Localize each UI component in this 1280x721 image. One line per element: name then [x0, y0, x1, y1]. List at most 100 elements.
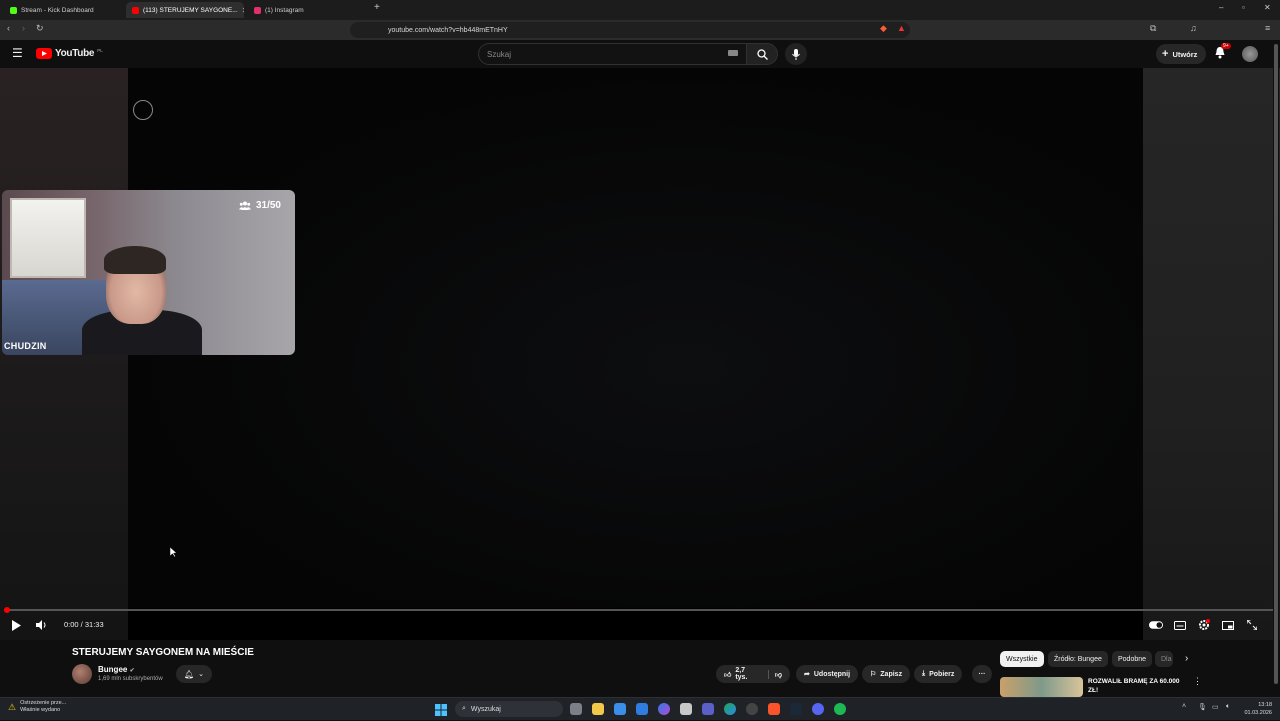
cam-room-window: [10, 198, 86, 278]
warning-subtitle: Właśnie wydano: [20, 707, 61, 713]
more-dots-label: ···: [978, 670, 986, 678]
channel-avatar[interactable]: [72, 664, 92, 684]
microphone-icon: [792, 48, 800, 60]
close-window-button[interactable]: ✕: [1264, 3, 1271, 12]
share-icon: ➦: [804, 671, 810, 678]
windows-start-icon[interactable]: [435, 703, 447, 716]
youtube-play-logo-icon: [36, 48, 52, 59]
microphone-tray-icon[interactable]: 🎙︎: [1198, 703, 1207, 711]
account-avatar[interactable]: [1242, 46, 1258, 62]
chip-all[interactable]: Wszystkie: [1000, 651, 1044, 667]
chip-for-you[interactable]: Dla: [1155, 651, 1173, 667]
taskbar-warning-widget[interactable]: ⚠ Ostrzeżenie prze... Właśnie wydano: [8, 700, 66, 714]
taskbar-search[interactable]: ⌕ Wyszukaj: [455, 701, 563, 717]
warning-title: Ostrzeżenie prze...: [20, 700, 67, 706]
recommendation-thumbnail[interactable]: [1000, 677, 1083, 697]
youtube-logo[interactable]: YouTube PL: [36, 48, 103, 59]
tab-kick-dashboard[interactable]: Stream - Kick Dashboard: [4, 2, 122, 18]
tab-instagram[interactable]: (1) Instagram: [248, 2, 366, 18]
close-tab-icon[interactable]: ✕: [242, 6, 244, 15]
recommendation-menu-icon[interactable]: ⋮: [1193, 676, 1202, 687]
chip-from-channel[interactable]: Źródło: Bungee: [1048, 651, 1108, 667]
minimize-button[interactable]: –: [1219, 3, 1223, 12]
tab-label: Stream - Kick Dashboard: [21, 6, 94, 14]
extensions-icon[interactable]: ⧉: [1150, 23, 1156, 34]
edge-icon[interactable]: [724, 703, 736, 715]
autoplay-toggle[interactable]: [1149, 618, 1163, 632]
network-icon[interactable]: ▭: [1212, 703, 1219, 711]
menu-icon[interactable]: ≡: [1265, 23, 1270, 33]
tray-chevron-up-icon[interactable]: ˄: [1182, 703, 1186, 710]
download-button[interactable]: ⤓ Pobierz: [914, 665, 963, 683]
video-title: STERUJEMY SAYGONEM NA MIEŚCIE: [72, 647, 254, 658]
spotify-icon[interactable]: [834, 703, 846, 715]
copilot-icon[interactable]: [658, 703, 670, 715]
browser-navbar: ‹ › ↻ ⚑ youtube.com/watch?v=hb448mETnHY …: [0, 20, 1280, 40]
mute-button[interactable]: [34, 618, 48, 632]
logo-text: YouTube: [55, 48, 95, 59]
discord-icon[interactable]: [812, 703, 824, 715]
taskbar-clock[interactable]: 13:18 01.03.2026: [1240, 701, 1272, 717]
progress-scrubber[interactable]: [4, 607, 10, 613]
search-button[interactable]: [746, 43, 778, 65]
youtube-header: ☰ YouTube PL Szukaj + Utwórz 9+: [0, 40, 1280, 68]
create-button[interactable]: + Utwórz: [1156, 44, 1206, 64]
speaker-tray-icon[interactable]: 🔈︎: [1226, 703, 1230, 711]
photos-icon[interactable]: [680, 703, 692, 715]
thumbs-up-icon: 👍︎: [724, 671, 732, 679]
hamburger-menu-icon[interactable]: ☰: [12, 46, 23, 60]
teams-icon[interactable]: [702, 703, 714, 715]
bookmark-save-icon: ⚐: [870, 671, 877, 678]
obs-icon[interactable]: [746, 703, 758, 715]
fullscreen-button[interactable]: [1245, 618, 1259, 632]
store-icon[interactable]: [614, 703, 626, 715]
channel-name[interactable]: Bungee ✔: [98, 665, 135, 674]
recommendation-title[interactable]: ROZWALIŁ BRAMĘ ZA 60.000 ZŁ!: [1088, 677, 1184, 695]
url-text: youtube.com/watch?v=hb448mETnHY: [388, 26, 508, 34]
forward-icon[interactable]: ›: [22, 23, 25, 33]
taskbar-search-label: Wyszukaj: [470, 705, 501, 713]
kick-icon: [10, 6, 17, 14]
address-bar[interactable]: youtube.com/watch?v=hb448mETnHY: [350, 22, 910, 38]
create-label: Utwórz: [1172, 49, 1198, 59]
progress-bar[interactable]: [4, 609, 1276, 611]
maximize-button[interactable]: ▫: [1242, 3, 1245, 12]
play-button[interactable]: [9, 618, 23, 632]
media-icon[interactable]: ♫: [1190, 23, 1197, 33]
task-view-icon[interactable]: [570, 703, 582, 715]
mail-icon[interactable]: [636, 703, 648, 715]
dislike-button[interactable]: 👎︎: [767, 669, 782, 679]
like-button[interactable]: 👍︎ 2,7 tys.: [724, 667, 758, 681]
new-tab-button[interactable]: +: [374, 2, 380, 13]
search-placeholder: Szukaj: [487, 49, 512, 59]
gear-icon: [1199, 619, 1210, 630]
subscription-bell-button[interactable]: 🔔︎ ⌄: [176, 665, 212, 683]
tab-youtube[interactable]: (113) STERUJEMY SAYGONE... ✕: [126, 2, 244, 18]
thumbs-down-icon: 👎︎: [774, 671, 782, 679]
taskbar-search-icon: ⌕: [462, 705, 466, 712]
brave-rewards-icon[interactable]: ▲: [897, 23, 906, 33]
share-button[interactable]: ➦ Udostępnij: [796, 665, 859, 683]
brave-shield-icon[interactable]: ◆: [880, 23, 887, 34]
chip-related[interactable]: Podobne: [1112, 651, 1153, 667]
file-explorer-icon[interactable]: [592, 703, 604, 715]
settings-button[interactable]: [1197, 618, 1211, 632]
brave-browser-icon[interactable]: [768, 703, 780, 715]
voice-search-button[interactable]: [785, 43, 807, 65]
back-icon[interactable]: ‹: [7, 23, 10, 33]
reload-icon[interactable]: ↻: [36, 23, 44, 34]
notifications-button[interactable]: 9+: [1214, 43, 1231, 64]
cam-person-hair: [104, 246, 166, 274]
chips-next-icon[interactable]: ›: [1185, 653, 1188, 664]
keyboard-icon[interactable]: [728, 50, 738, 56]
search-input[interactable]: Szukaj: [478, 43, 746, 65]
steam-icon[interactable]: [790, 703, 802, 715]
save-button[interactable]: ⚐ Zapisz: [862, 665, 911, 683]
download-icon: ⤓: [922, 670, 926, 677]
more-actions-button[interactable]: ···: [972, 665, 992, 683]
webcam-overlay: 31/50 CHUDZIN: [2, 190, 295, 355]
miniplayer-button[interactable]: [1221, 618, 1235, 632]
search-icon: [756, 48, 768, 60]
scrollbar-thumb[interactable]: [1274, 44, 1278, 684]
subtitles-button[interactable]: [1173, 618, 1187, 632]
